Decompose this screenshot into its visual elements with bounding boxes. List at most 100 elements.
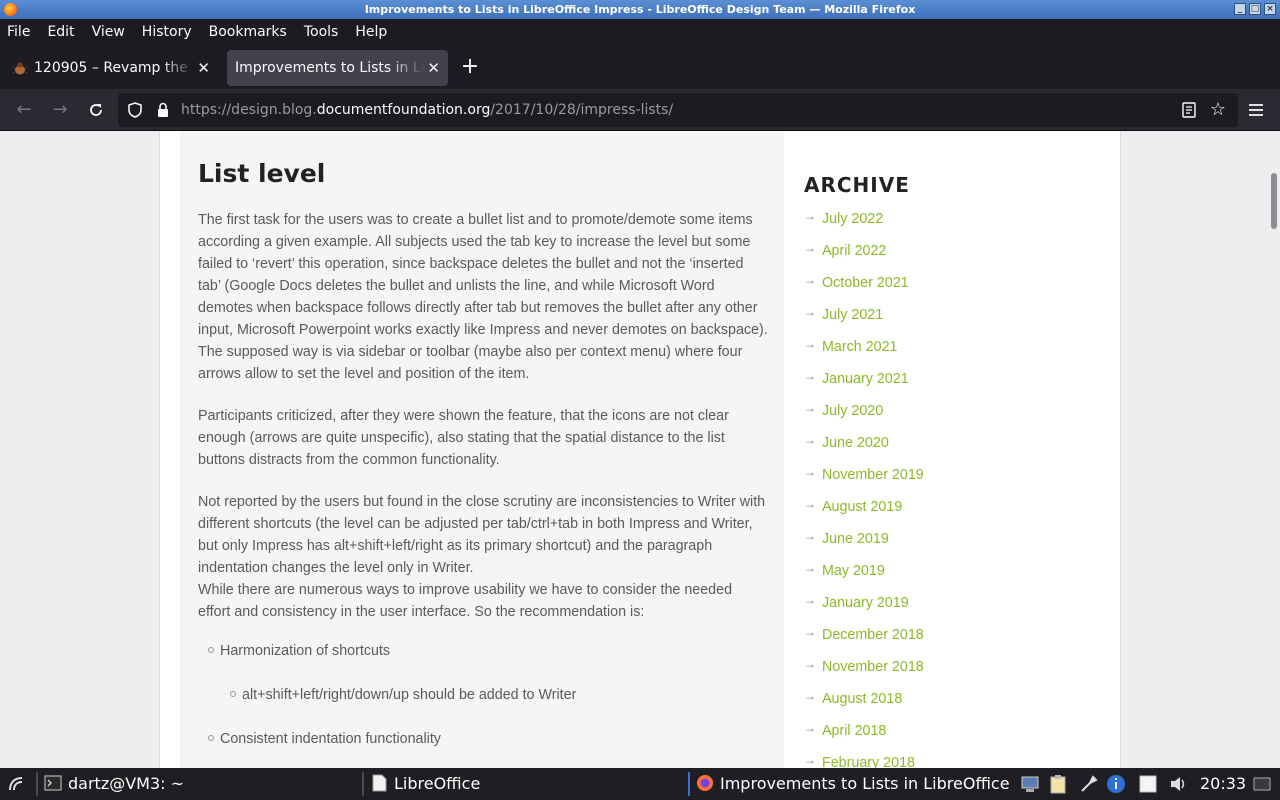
network-icon[interactable]: [1020, 773, 1040, 795]
hamburger-menu-icon[interactable]: [1246, 98, 1266, 122]
paragraph: Not reported by the users but found in t…: [198, 494, 766, 576]
archive-link[interactable]: May 2019: [822, 563, 885, 579]
archive-item: → June 2019: [804, 529, 924, 561]
clipboard-icon[interactable]: [1048, 773, 1068, 795]
taskbar-terminal[interactable]: dartz@VM3: ~: [44, 770, 354, 798]
tracking-protection-icon[interactable]: [126, 101, 144, 119]
arrow-right-icon: →: [804, 465, 816, 479]
start-menu-icon[interactable]: [6, 774, 26, 794]
archive-link[interactable]: January 2019: [822, 595, 909, 611]
archive-item: → January 2019: [804, 593, 924, 625]
menu-file[interactable]: File: [7, 24, 30, 40]
archive-link[interactable]: April 2022: [822, 243, 886, 259]
url-scheme: https://design.blog.: [181, 102, 317, 118]
archive-link[interactable]: June 2020: [822, 435, 889, 451]
reader-view-icon[interactable]: [1180, 101, 1198, 119]
paragraph-group: Not reported by the users but found in t…: [198, 491, 768, 623]
archive-link[interactable]: December 2018: [822, 627, 924, 643]
archive-link[interactable]: April 2018: [822, 723, 886, 739]
list-item-text: Consistent indentation functionality: [220, 731, 441, 747]
reload-icon: [90, 104, 102, 116]
arrow-right-icon: →: [804, 625, 816, 639]
archive-link[interactable]: July 2020: [822, 403, 883, 419]
article-content: List level The first task for the users …: [180, 131, 784, 768]
volume-icon[interactable]: [1168, 773, 1188, 795]
list-item-text: Harmonization of shortcuts: [220, 643, 391, 659]
info-icon[interactable]: [1106, 773, 1126, 795]
arrow-right-icon: →: [804, 241, 816, 255]
archive-item: → February 2018: [804, 753, 924, 768]
bullet-icon: [208, 647, 214, 653]
arrow-right-icon: →: [804, 497, 816, 511]
arrow-right-icon: →: [804, 401, 816, 415]
menu-bookmarks[interactable]: Bookmarks: [209, 24, 287, 40]
arrow-right-icon: →: [804, 561, 816, 575]
lock-icon[interactable]: [154, 101, 172, 119]
back-button[interactable]: ←: [12, 98, 36, 122]
notes-icon[interactable]: [1138, 773, 1158, 795]
list-item: alt+shift+left/right/down/up should be a…: [230, 687, 576, 703]
archive-link[interactable]: July 2021: [822, 307, 883, 323]
firefox-logo-icon: [4, 3, 17, 16]
url-text[interactable]: https://design.blog.documentfoundation.o…: [181, 93, 673, 127]
maximize-button[interactable]: □: [1249, 3, 1261, 15]
tab-bar: 120905 – Revamp the Bu ✕ Improvements to…: [0, 45, 1280, 89]
menu-edit[interactable]: Edit: [47, 24, 74, 40]
close-window-button[interactable]: ×: [1264, 3, 1276, 15]
taskbar-separator: [688, 772, 690, 796]
forward-button[interactable]: →: [48, 98, 72, 122]
show-desktop-icon[interactable]: [1252, 773, 1272, 795]
archive-link[interactable]: July 2022: [822, 211, 883, 227]
arrow-right-icon: →: [804, 369, 816, 383]
archive-link[interactable]: November 2018: [822, 659, 924, 675]
archive-link[interactable]: August 2019: [822, 499, 902, 515]
bookmark-star-icon[interactable]: ☆: [1208, 100, 1228, 120]
menu-history[interactable]: History: [142, 24, 192, 40]
archive-link[interactable]: November 2019: [822, 467, 924, 483]
list-item-text: alt+shift+left/right/down/up should be a…: [242, 687, 577, 703]
window-title: Improvements to Lists in LibreOffice Imp…: [364, 3, 916, 16]
document-icon: [372, 774, 387, 792]
archive-link[interactable]: March 2021: [822, 339, 898, 355]
close-tab-icon[interactable]: ✕: [197, 50, 210, 86]
menu-view[interactable]: View: [92, 24, 125, 40]
menu-help[interactable]: Help: [355, 24, 387, 40]
archive-item: → May 2019: [804, 561, 924, 593]
minimize-button[interactable]: _: [1234, 3, 1246, 15]
section-heading: List level: [198, 159, 326, 188]
archive-list: → July 2022 → April 2022 → October 2021 → Ju…: [804, 209, 924, 768]
archive-link[interactable]: February 2018: [822, 755, 915, 768]
taskbar-separator: [362, 772, 364, 796]
menu-tools[interactable]: Tools: [304, 24, 339, 40]
close-tab-icon[interactable]: ✕: [427, 50, 440, 86]
window-controls: _ □ ×: [1234, 3, 1276, 15]
archive-link[interactable]: August 2018: [822, 691, 902, 707]
sidebar: ARCHIVE → July 2022 → April 2022 → October …: [804, 131, 1104, 768]
new-tab-button[interactable]: +: [458, 55, 482, 79]
page-scrollbar[interactable]: [1268, 131, 1280, 768]
list-item: Harmonization of shortcuts: [208, 643, 390, 659]
tool-icon[interactable]: [1078, 773, 1098, 795]
arrow-right-icon: →: [804, 657, 816, 671]
tab-impress-lists[interactable]: Improvements to Lists in Lib ✕: [227, 50, 448, 86]
archive-item: → January 2021: [804, 369, 924, 401]
taskbar-firefox[interactable]: Improvements to Lists in LibreOffice...: [696, 770, 1010, 798]
tab-bug-120905[interactable]: 120905 – Revamp the Bu ✕: [2, 50, 218, 86]
archive-link[interactable]: October 2021: [822, 275, 909, 291]
arrow-right-icon: →: [804, 529, 816, 543]
reload-button[interactable]: [84, 98, 108, 122]
taskbar-libreoffice[interactable]: LibreOffice: [370, 770, 680, 798]
archive-item: → July 2022: [804, 209, 924, 241]
menu-bar: File Edit View History Bookmarks Tools H…: [0, 19, 1280, 45]
archive-link[interactable]: January 2021: [822, 371, 909, 387]
window-title-bar: Improvements to Lists in LibreOffice Imp…: [0, 0, 1280, 19]
taskbar-separator: [36, 772, 38, 796]
archive-item: → June 2020: [804, 433, 924, 465]
arrow-right-icon: →: [804, 273, 816, 287]
tab-label: 120905 – Revamp the Bu: [34, 60, 194, 76]
scrollbar-thumb[interactable]: [1271, 173, 1277, 229]
archive-link[interactable]: June 2019: [822, 531, 889, 547]
url-bar[interactable]: https://design.blog.documentfoundation.o…: [118, 93, 1238, 127]
tab-label: Improvements to Lists in Lib: [235, 60, 425, 76]
taskbar: dartz@VM3: ~ LibreOffice Improvements to…: [0, 768, 1280, 800]
